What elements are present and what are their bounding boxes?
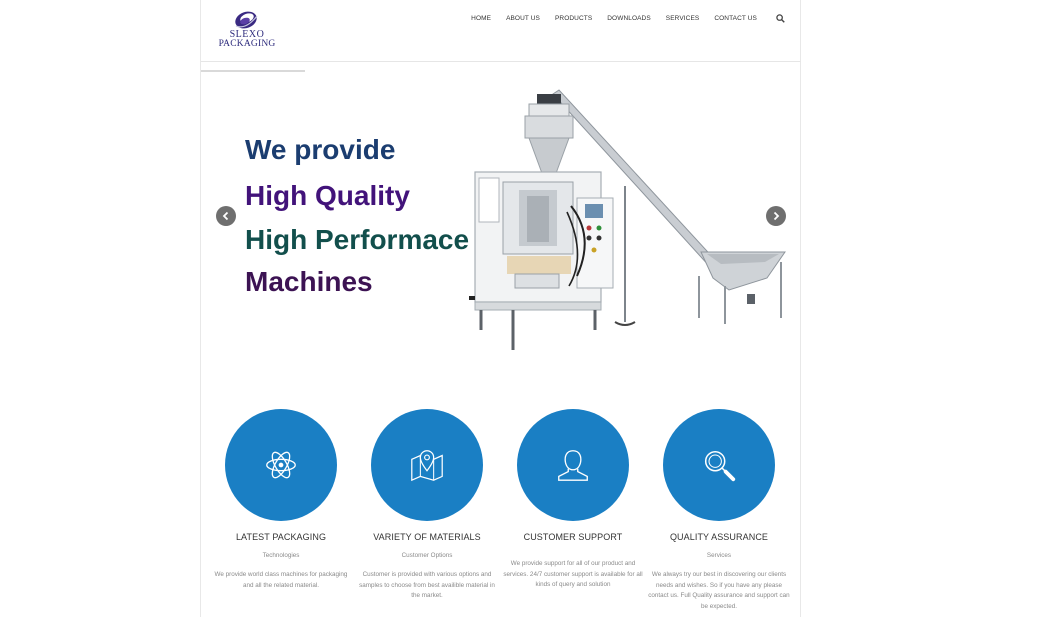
map-pin-icon bbox=[411, 450, 443, 482]
site-header: SLEXO PACKAGING HOME ABOUT US PRODUCTS D… bbox=[201, 0, 801, 62]
chevron-left-icon bbox=[222, 211, 229, 221]
hero-line-2: High Quality bbox=[245, 180, 410, 211]
feature-title: QUALITY ASSURANCE bbox=[669, 532, 769, 542]
feature-icon-circle[interactable] bbox=[663, 409, 775, 521]
slider-next-button[interactable] bbox=[766, 206, 786, 226]
feature-title: CUSTOMER SUPPORT bbox=[523, 532, 623, 542]
feature-icon-circle[interactable] bbox=[371, 409, 483, 521]
hero-line-4: Machines bbox=[245, 266, 373, 297]
feature-description: Customer is provided with various option… bbox=[359, 571, 495, 600]
main-nav: HOME ABOUT US PRODUCTS DOWNLOADS SERVICE… bbox=[456, 14, 785, 23]
magnifier-icon bbox=[704, 450, 736, 482]
hero-line-3: High Performace bbox=[245, 224, 470, 255]
slider-prev-button[interactable] bbox=[216, 206, 236, 226]
feature-description: We provide support for all of our produc… bbox=[503, 560, 643, 589]
hero-slider: We provide High Quality High Performace … bbox=[201, 72, 801, 392]
feature-subtitle: Technologies bbox=[262, 552, 300, 559]
feature-subtitle: Customer Options bbox=[401, 552, 453, 559]
feature-description: We provide world class machines for pack… bbox=[214, 571, 348, 589]
atom-icon bbox=[266, 451, 296, 479]
user-icon bbox=[558, 450, 588, 481]
chevron-right-icon bbox=[773, 211, 780, 221]
feature-description: We always try our best in discovering ou… bbox=[648, 571, 790, 611]
feature-latest-packaging: LATEST PACKAGING Technologies We provide… bbox=[208, 409, 354, 591]
hero-line-1: We provide bbox=[245, 134, 396, 165]
feature-variety-of-materials: VARIETY OF MATERIALS Customer Options Cu… bbox=[354, 409, 500, 602]
feature-icon-circle[interactable] bbox=[517, 409, 629, 521]
nav-services[interactable]: SERVICES bbox=[666, 15, 700, 22]
page-container: SLEXO PACKAGING HOME ABOUT US PRODUCTS D… bbox=[200, 0, 801, 617]
feature-subtitle: Services bbox=[706, 552, 732, 559]
nav-about-us[interactable]: ABOUT US bbox=[506, 15, 540, 22]
feature-quality-assurance: QUALITY ASSURANCE Services We always try… bbox=[646, 409, 792, 613]
feature-customer-support: CUSTOMER SUPPORT We provide support for … bbox=[500, 409, 646, 591]
logo-text-bottom: PACKAGING bbox=[218, 39, 276, 49]
nav-contact-us[interactable]: CONTACT US bbox=[714, 15, 757, 22]
feature-icon-circle[interactable] bbox=[225, 409, 337, 521]
search-icon[interactable] bbox=[776, 14, 785, 23]
feature-title: VARIETY OF MATERIALS bbox=[373, 532, 481, 542]
packaging-machine-image bbox=[469, 89, 786, 350]
feature-title: LATEST PACKAGING bbox=[235, 532, 327, 542]
site-logo[interactable]: SLEXO PACKAGING bbox=[215, 6, 279, 50]
nav-products[interactable]: PRODUCTS bbox=[555, 15, 592, 22]
nav-home[interactable]: HOME bbox=[471, 15, 491, 22]
nav-downloads[interactable]: DOWNLOADS bbox=[607, 15, 651, 22]
